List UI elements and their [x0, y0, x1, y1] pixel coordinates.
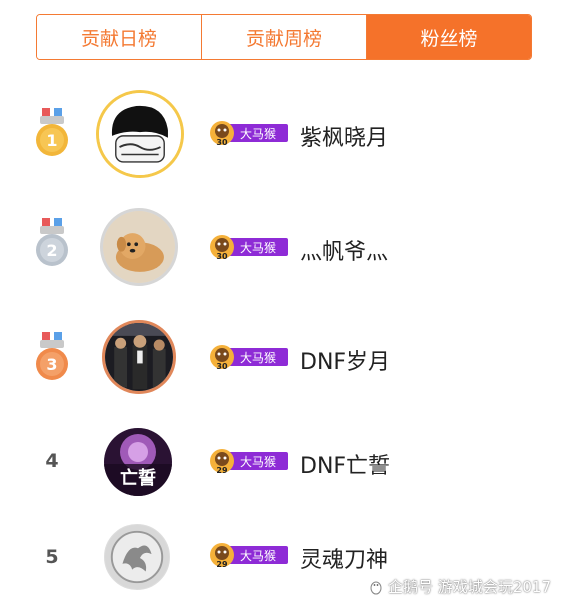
list-item[interactable]: 1 30 大马猴 紫枫晓月 — [0, 84, 565, 184]
penguin-icon — [370, 581, 382, 594]
rank-number: 4 — [45, 450, 59, 472]
avatar[interactable] — [96, 90, 184, 178]
user-name[interactable]: 灬帆爷灬 — [300, 234, 388, 266]
watermark: 企鹅号 游戏城会玩2017 — [368, 576, 551, 597]
avatar[interactable] — [104, 524, 170, 590]
tab-weekly-contribution[interactable]: 贡献周榜 — [201, 15, 366, 59]
watermark-text: 企鹅号 游戏城会玩2017 — [388, 578, 551, 596]
list-item[interactable]: 3 30 大马猴 DNF岁月 — [0, 308, 565, 408]
fan-badge-icon: 29 大马猴 — [210, 543, 288, 569]
medal-rank-number: 1 — [46, 131, 57, 150]
rank-number: 5 — [45, 546, 59, 568]
svg-text:大马猴: 大马猴 — [240, 127, 276, 141]
list-item[interactable]: 2 30 大马猴 灬帆爷灬 — [0, 194, 565, 294]
user-name[interactable]: DNF亡誓 — [300, 448, 390, 480]
svg-text:大马猴: 大马猴 — [240, 351, 276, 365]
svg-text:大马猴: 大马猴 — [240, 455, 276, 469]
user-name[interactable]: DNF岁月 — [300, 344, 390, 376]
tab-daily-contribution[interactable]: 贡献日榜 — [37, 15, 201, 59]
silver-medal-icon: 2 — [36, 218, 68, 266]
gold-medal-icon: 1 — [36, 108, 68, 156]
avatar[interactable]: 亡誓 — [104, 428, 172, 496]
fan-badge-icon: 30 大马猴 — [210, 121, 288, 147]
medal-rank-number: 3 — [46, 355, 57, 374]
ranking-tabs: 贡献日榜 贡献周榜 粉丝榜 — [36, 14, 532, 60]
user-name[interactable]: 紫枫晓月 — [300, 120, 388, 152]
fan-badge-icon: 29 大马猴 — [210, 449, 288, 475]
svg-text:大马猴: 大马猴 — [240, 241, 276, 255]
svg-text:30: 30 — [216, 138, 228, 147]
fan-badge-icon: 30 大马猴 — [210, 345, 288, 371]
list-item[interactable]: 4 亡誓 29 大马猴 DNF亡誓 — [0, 414, 565, 514]
avatar-text: 亡誓 — [120, 467, 156, 489]
svg-text:30: 30 — [216, 362, 228, 371]
svg-text:29: 29 — [216, 466, 228, 475]
avatar[interactable] — [100, 208, 178, 286]
avatar[interactable] — [102, 320, 176, 394]
bronze-medal-icon: 3 — [36, 332, 68, 380]
svg-text:29: 29 — [216, 560, 228, 569]
svg-text:大马猴: 大马猴 — [240, 549, 276, 563]
fan-badge-icon: 30 大马猴 — [210, 235, 288, 261]
medal-rank-number: 2 — [46, 241, 57, 260]
svg-text:30: 30 — [216, 252, 228, 261]
tab-fans[interactable]: 粉丝榜 — [366, 15, 531, 59]
user-name[interactable]: 灵魂刀神 — [300, 542, 388, 574]
